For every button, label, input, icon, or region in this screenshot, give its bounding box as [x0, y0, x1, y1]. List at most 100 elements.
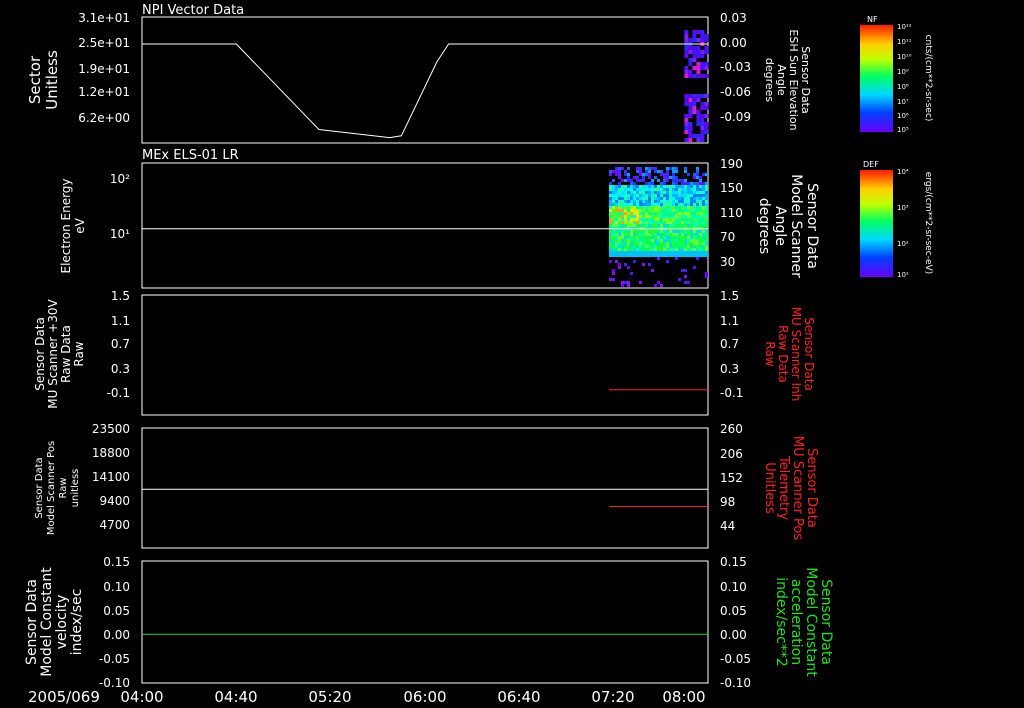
spectrogram-cell: [678, 212, 681, 215]
spectrogram-cell: [630, 197, 633, 200]
spectrogram-cell: [636, 200, 639, 203]
spectrogram-cell: [681, 194, 684, 197]
spectrogram-cell: [651, 215, 654, 218]
y-tick-label: 2.5e+01: [78, 36, 130, 50]
spectrogram-cell: [645, 239, 648, 242]
y-axis-label-line: Unitless: [43, 50, 61, 110]
spectrogram-cell: [669, 242, 672, 245]
spectrogram-cell: [642, 194, 645, 197]
spectrogram-cell: [684, 212, 687, 215]
y-tick-label: -0.1: [107, 386, 130, 400]
spectrogram-cell: [681, 185, 684, 188]
panel-2-spectrogram: [609, 167, 708, 287]
spectrogram-cell: [648, 212, 651, 215]
spectrogram-cell: [624, 194, 627, 197]
spectrogram-cell: [684, 122, 689, 126]
spectrogram-cell: [669, 245, 672, 248]
spectrogram-cell: [681, 191, 684, 194]
spectrogram-cell: [630, 212, 633, 215]
spectrogram-cell: [696, 206, 699, 209]
spectrogram-cell: [615, 248, 618, 251]
spectrogram-cell: [636, 206, 639, 209]
spectrogram-cell: [621, 254, 624, 257]
spectrogram-cell: [705, 272, 708, 275]
spectrogram-cell: [633, 230, 636, 233]
spectrogram-cell: [609, 230, 612, 233]
spectrogram-cell: [609, 254, 612, 257]
right-tick-label: 152: [720, 471, 743, 485]
spectrogram-cell: [678, 224, 681, 227]
spectrogram-cell: [621, 215, 624, 218]
spectrogram-cell: [702, 242, 705, 245]
spectrogram-cell: [669, 185, 672, 188]
spectrogram-cell: [669, 248, 672, 251]
spectrogram-cell: [704, 94, 709, 98]
spectrogram-cell: [642, 206, 645, 209]
spectrogram-cell: [702, 212, 705, 215]
spectrogram-cell: [654, 191, 657, 194]
spectrogram-cell: [621, 221, 624, 224]
right-tick-label: -0.1: [720, 386, 743, 400]
spectrogram-cell: [669, 200, 672, 203]
spectrogram-cell: [651, 254, 654, 257]
spectrogram-cell: [684, 138, 689, 142]
spectrogram-cell: [660, 188, 663, 191]
spectrogram-cell: [705, 275, 708, 278]
spectrogram-cell: [702, 233, 705, 236]
spectrogram-cell: [612, 251, 615, 254]
right-tick-label: 30: [720, 255, 735, 269]
right-tick-label: 260: [720, 422, 743, 436]
spectrogram-cell: [627, 284, 630, 287]
spectrogram-cell: [627, 221, 630, 224]
spectrogram-cell: [672, 239, 675, 242]
spectrogram-cell: [692, 38, 697, 42]
spectrogram-cell: [693, 203, 696, 206]
spectrogram-cell: [633, 209, 636, 212]
spectrogram-cell: [702, 185, 705, 188]
spectrogram-cell: [621, 197, 624, 200]
colorbar-tick: 10²: [897, 240, 909, 248]
spectrogram-cell: [651, 212, 654, 215]
spectrogram-cell: [630, 182, 633, 185]
spectrogram-cell: [627, 209, 630, 212]
spectrogram-cell: [618, 242, 621, 245]
panel-5: 0.15 0.10 0.05 0.00 -0.05 -0.10 0.15 0.1…: [24, 555, 834, 690]
spectrogram-cell: [615, 233, 618, 236]
spectrogram-cell: [678, 188, 681, 191]
spectrogram-cell: [705, 218, 708, 221]
spectrogram-cell: [699, 200, 702, 203]
spectrogram-cell: [642, 179, 645, 182]
spectrogram-cell: [624, 209, 627, 212]
spectrogram-cell: [700, 122, 705, 126]
right-tick-label: 98: [720, 495, 735, 509]
spectrogram-cell: [681, 182, 684, 185]
spectrogram-cell: [627, 173, 630, 176]
spectrogram-cell: [648, 188, 651, 191]
spectrogram-cell: [690, 224, 693, 227]
right-tick-label: 110: [720, 206, 743, 220]
spectrogram-cell: [648, 230, 651, 233]
spectrogram-cell: [684, 242, 687, 245]
spectrogram-cell: [693, 218, 696, 221]
spectrogram-cell: [678, 239, 681, 242]
spectrogram-cell: [654, 209, 657, 212]
spectrogram-cell: [633, 206, 636, 209]
spectrogram-cell: [702, 221, 705, 224]
panel-4-left-label: Sensor Data Model Scanner Pos Raw unitle…: [34, 441, 81, 535]
spectrogram-cell: [675, 206, 678, 209]
spectrogram-cell: [654, 188, 657, 191]
spectrogram-cell: [621, 248, 624, 251]
spectrogram-cell: [624, 212, 627, 215]
spectrogram-cell: [630, 221, 633, 224]
spectrogram-cell: [681, 197, 684, 200]
spectrogram-cell: [704, 66, 709, 70]
x-tick-label: 05:20: [308, 688, 351, 706]
spectrogram-cell: [675, 176, 678, 179]
spectrogram-cell: [675, 209, 678, 212]
spectrogram-cell: [651, 248, 654, 251]
spectrogram-cell: [684, 206, 687, 209]
spectrogram-cell: [642, 200, 645, 203]
y-tick-label: 0.3: [111, 362, 130, 376]
spectrogram-cell: [684, 245, 687, 248]
spectrogram-cell: [696, 200, 699, 203]
